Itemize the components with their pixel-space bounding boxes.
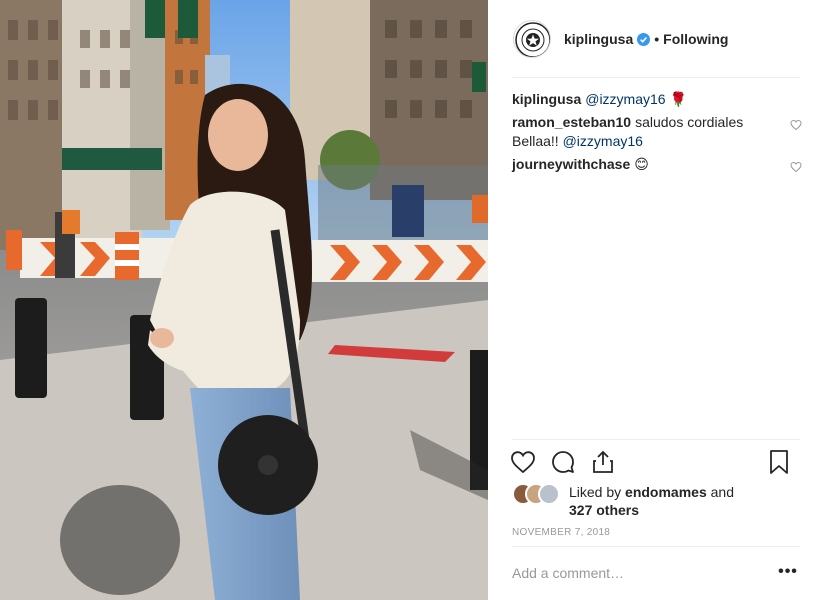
actions-divider	[512, 439, 800, 440]
avatar[interactable]	[538, 483, 560, 505]
comment-username[interactable]: kiplingusa	[512, 91, 581, 107]
account-avatar[interactable]	[513, 20, 551, 58]
post-photo-illustration	[0, 0, 488, 600]
rose-emoji: 🌹	[669, 91, 687, 107]
likes-prefix: Liked by	[569, 484, 626, 500]
comment-mention[interactable]: @izzymay16	[585, 91, 665, 107]
header-separator: •	[654, 31, 660, 47]
comment-mention[interactable]: @izzymay16	[563, 133, 643, 149]
more-options-icon[interactable]: •••	[778, 564, 798, 580]
account-username[interactable]: kiplingusa	[564, 31, 633, 47]
share-button[interactable]	[590, 449, 618, 477]
header-divider	[512, 77, 800, 78]
liker-username[interactable]: endomames	[625, 484, 707, 500]
post-details-panel: kiplingusa • Following kiplingusa @izzyma…	[488, 0, 820, 600]
likes-text: Liked by endomames and 327 others	[569, 483, 734, 519]
liker-avatars	[512, 483, 568, 505]
comment-item: journeywithchase 😊	[512, 155, 802, 174]
smile-emoji: 😊	[634, 156, 649, 172]
comment-username[interactable]: ramon_esteban10	[512, 114, 631, 130]
add-comment-input[interactable]	[512, 562, 762, 584]
likes-joiner: and	[706, 484, 734, 500]
like-button[interactable]	[510, 449, 538, 477]
comment-like-heart-icon[interactable]	[790, 159, 802, 173]
likes-summary: Liked by endomames and 327 others	[512, 483, 802, 523]
comment-like-heart-icon[interactable]	[790, 117, 802, 131]
share-upload-icon	[593, 450, 613, 473]
post-photo[interactable]	[0, 0, 488, 600]
post-actions-bar	[510, 449, 802, 477]
comment-box-divider	[512, 546, 800, 547]
comment-username[interactable]: journeywithchase	[512, 156, 630, 172]
save-button[interactable]	[766, 449, 794, 477]
comment-button[interactable]	[550, 449, 578, 477]
following-button[interactable]: Following	[663, 31, 728, 47]
comments-list: kiplingusa @izzymay16 🌹 ramon_esteban10 sa…	[512, 90, 802, 178]
speech-bubble-icon	[552, 451, 574, 473]
post-header: kiplingusa • Following	[488, 0, 820, 78]
likes-count-link[interactable]: 327 others	[569, 502, 639, 518]
heart-icon	[511, 451, 535, 474]
post-date: NOVEMBER 7, 2018	[512, 527, 611, 538]
verified-badge-icon	[637, 32, 651, 46]
bookmark-icon	[770, 450, 788, 474]
comment-item: kiplingusa @izzymay16 🌹	[512, 90, 802, 109]
comment-item: ramon_esteban10 saludos cordiales Bellaa!…	[512, 113, 802, 151]
kipling-logo-icon	[515, 22, 550, 57]
